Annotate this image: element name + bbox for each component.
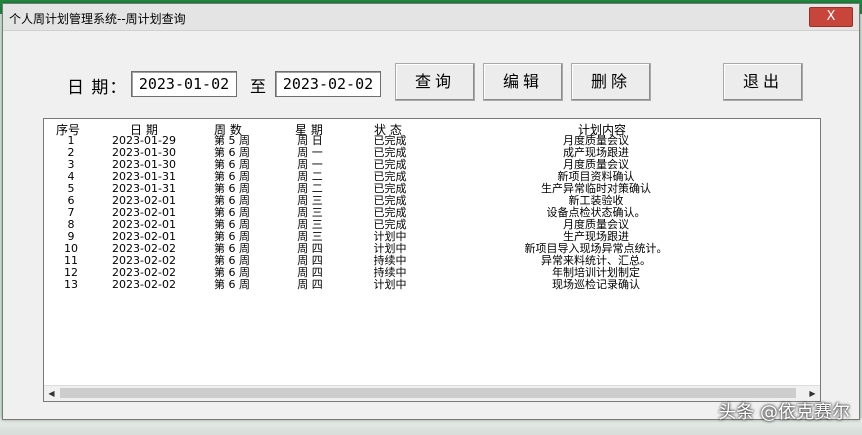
- date-label: 日 期：: [67, 78, 128, 98]
- query-dialog: 个人周计划管理系统--周计划查询 X 日 期： 2023-01-02 至 202…: [2, 3, 860, 420]
- scroll-left-arrow-icon[interactable]: ◀: [44, 386, 59, 401]
- horizontal-scrollbar[interactable]: ◀ ▶: [44, 385, 820, 401]
- cell-seq: 13: [64, 278, 78, 291]
- end-date-field[interactable]: 2023-02-02: [275, 71, 381, 97]
- cell-content: 现场巡检记录确认: [552, 278, 640, 291]
- watermark: 头条 @依克赛尔: [718, 402, 850, 423]
- scroll-thumb[interactable]: [60, 388, 796, 398]
- close-button[interactable]: X: [809, 7, 853, 27]
- cell-week: 第 6 周: [214, 278, 250, 291]
- query-button[interactable]: 查询: [395, 63, 475, 101]
- title-bar: 个人周计划管理系统--周计划查询 X: [3, 4, 859, 31]
- cell-status: 计划中: [373, 278, 407, 291]
- edit-button[interactable]: 编辑: [483, 63, 563, 101]
- cell-date: 2023-02-02: [112, 278, 176, 291]
- cell-weekday: 周 四: [297, 278, 323, 291]
- start-date-field[interactable]: 2023-01-02: [131, 71, 237, 97]
- exit-button[interactable]: 退出: [723, 63, 803, 101]
- to-label: 至: [250, 77, 267, 96]
- plan-list[interactable]: 序号 日 期 周 数 星 期 状 态 计划内容 1 2023-01-29 第 5 周…: [43, 118, 821, 402]
- window-title: 个人周计划管理系统--周计划查询: [9, 12, 186, 26]
- delete-button[interactable]: 删除: [571, 63, 651, 101]
